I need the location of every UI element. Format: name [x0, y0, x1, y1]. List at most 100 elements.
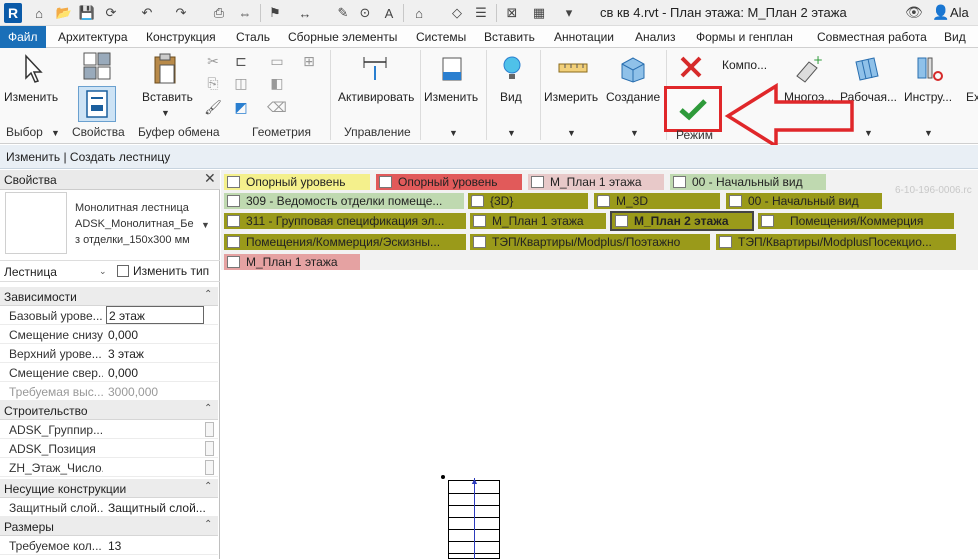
tab-view[interactable]: Вид: [944, 26, 966, 48]
view-tab[interactable]: 309 - Ведомость отделки помеще...: [224, 193, 464, 209]
copy-icon[interactable]: ⎘: [204, 74, 222, 92]
prop-value[interactable]: 0,000: [108, 366, 138, 380]
chevron-down-icon[interactable]: ▼: [201, 220, 210, 230]
measure-icon[interactable]: [556, 54, 590, 84]
finish-edit-icon[interactable]: [664, 86, 722, 132]
cancel-edit-icon[interactable]: [676, 52, 706, 82]
match-type-icon[interactable]: 🖌: [204, 98, 222, 116]
edit-type-icon[interactable]: [117, 265, 129, 277]
chevron-down-icon[interactable]: ▼: [507, 128, 516, 138]
tab-insert[interactable]: Вставить: [484, 26, 535, 48]
base-level-field[interactable]: 2 этаж: [106, 306, 204, 324]
group-constraints[interactable]: Зависимости ⌃: [0, 287, 218, 306]
activate-dimensions-icon[interactable]: [360, 52, 390, 86]
view-tab[interactable]: 00 - Начальный вид: [726, 193, 882, 209]
binoculars-icon[interactable]: 👁: [905, 4, 923, 21]
chevron-down-icon[interactable]: ▼: [567, 128, 576, 138]
tab-architecture[interactable]: Архитектура: [58, 26, 128, 48]
edit-type-button[interactable]: Изменить тип: [133, 264, 209, 278]
chevron-down-icon[interactable]: ▼: [161, 108, 170, 118]
workplane-icon[interactable]: [850, 52, 884, 86]
view-tab[interactable]: Помещения/Коммерция: [758, 213, 954, 229]
level-icon[interactable]: ⚑: [266, 3, 284, 23]
collapse-icon[interactable]: ⌃: [204, 519, 212, 530]
extensions-button[interactable]: Ex: [966, 90, 978, 104]
user-name[interactable]: Ala: [950, 5, 969, 20]
prop-checkbox[interactable]: [205, 441, 214, 456]
prop-row-floor-number[interactable]: ZH_Этаж_Число...: [0, 458, 218, 477]
prop-value[interactable]: 13: [108, 539, 121, 553]
3d-view-icon[interactable]: ⌂: [410, 3, 428, 23]
view-tab[interactable]: М_План 1 этажа: [528, 174, 664, 190]
category-selector[interactable]: Лестница ⌄ Изменить тип: [0, 260, 220, 282]
sync-icon[interactable]: ⟳: [102, 3, 120, 23]
join-icon[interactable]: ◩: [232, 98, 250, 116]
view-tab[interactable]: Опорный уровень: [224, 174, 370, 190]
close-inactive-icon[interactable]: ⊠: [503, 3, 521, 23]
properties-icon[interactable]: [78, 86, 116, 122]
measure-button[interactable]: Измерить: [544, 90, 598, 104]
view-tab[interactable]: Помещения/Коммерция/Эскизны...: [224, 234, 466, 250]
create-button[interactable]: Создание: [606, 90, 660, 104]
tab-precast[interactable]: Сборные элементы: [288, 26, 397, 48]
view-tab-label[interactable]: М_План 1 этажа: [246, 255, 338, 269]
chevron-down-icon[interactable]: ▼: [449, 128, 458, 138]
tab-systems[interactable]: Системы: [416, 26, 466, 48]
chevron-down-icon[interactable]: ▼: [924, 128, 933, 138]
chevron-down-icon[interactable]: ▼: [630, 128, 639, 138]
tab-structure[interactable]: Конструкция: [146, 26, 216, 48]
type-name-line[interactable]: з отделки_150x300 мм: [75, 234, 190, 246]
close-icon[interactable]: ✕: [204, 170, 216, 187]
view-tab-label[interactable]: М_План 2 этажа: [634, 214, 729, 228]
measure-icon[interactable]: ⇔: [236, 3, 254, 23]
print-icon[interactable]: ⎙: [210, 3, 228, 23]
prop-value[interactable]: 0,000: [108, 328, 138, 342]
paint-icon[interactable]: ◧: [268, 74, 286, 92]
tab-collaborate[interactable]: Совместная работа: [817, 26, 927, 48]
components-button[interactable]: Компо...: [722, 58, 767, 72]
edit-icon[interactable]: [438, 52, 468, 86]
view-tab-label[interactable]: 00 - Начальный вид: [692, 175, 803, 189]
view-tab[interactable]: {3D}: [468, 193, 588, 209]
customize-qat-icon[interactable]: ▾: [560, 3, 578, 23]
view-tab-label[interactable]: Опорный уровень: [246, 175, 345, 189]
view-tab-label[interactable]: 00 - Начальный вид: [748, 194, 859, 208]
category-name[interactable]: Лестница: [4, 265, 57, 279]
section-icon[interactable]: ◇: [448, 3, 466, 23]
open-icon[interactable]: 📂: [55, 3, 73, 23]
redo-icon[interactable]: ↷: [172, 3, 190, 23]
tab-massing-site[interactable]: Формы и генплан: [696, 26, 793, 48]
type-name-line[interactable]: Монолитная лестница: [75, 202, 189, 214]
tab-analyze[interactable]: Анализ: [635, 26, 676, 48]
type-name-line[interactable]: ADSK_Монолитная_Бе: [75, 218, 194, 230]
view-tab-label[interactable]: {3D}: [490, 194, 513, 208]
view-tab-label[interactable]: ТЭП/Квартиры/Modplus/Поэтажно: [492, 235, 680, 249]
group-construction[interactable]: Строительство ⌃: [0, 401, 218, 420]
drawing-canvas[interactable]: [221, 270, 978, 559]
wall-joins-icon[interactable]: ⊞: [300, 52, 318, 70]
paste-button[interactable]: Вставить: [142, 90, 193, 104]
tools-icon[interactable]: [912, 52, 946, 86]
chevron-down-icon[interactable]: ▼: [864, 128, 873, 138]
prop-row-top-offset[interactable]: Смещение свер... 0,000: [0, 363, 218, 382]
spot-icon[interactable]: ⊙: [356, 3, 374, 23]
view-tab-label[interactable]: 309 - Ведомость отделки помеще...: [246, 194, 442, 208]
user-icon[interactable]: 👤: [932, 4, 949, 21]
undo-icon[interactable]: ↶: [138, 3, 156, 23]
group-select[interactable]: Выбор: [6, 125, 43, 139]
switch-windows-icon[interactable]: ▦: [530, 3, 548, 23]
prop-row-base-level[interactable]: Базовый урове... 2 этаж: [0, 306, 218, 325]
stair-start-point[interactable]: [441, 475, 445, 479]
chevron-down-icon[interactable]: ⌄: [99, 266, 107, 277]
collapse-icon[interactable]: ⌃: [204, 289, 212, 300]
dimension-icon[interactable]: ↔: [296, 3, 314, 23]
demolish-icon[interactable]: ⌫: [267, 98, 287, 116]
prop-value[interactable]: Защитный слой...: [108, 501, 206, 515]
view-tab-label[interactable]: Помещения/Коммерция/Эскизны...: [246, 235, 440, 249]
modify-button[interactable]: Изменить: [4, 90, 58, 104]
view-tab-label[interactable]: М_План 1 этажа: [550, 175, 642, 189]
view-tab[interactable]: Опорный уровень: [376, 174, 522, 190]
paste-icon[interactable]: [150, 52, 180, 86]
multistory-icon[interactable]: +: [790, 52, 824, 86]
tag-icon[interactable]: ✎: [334, 3, 352, 23]
